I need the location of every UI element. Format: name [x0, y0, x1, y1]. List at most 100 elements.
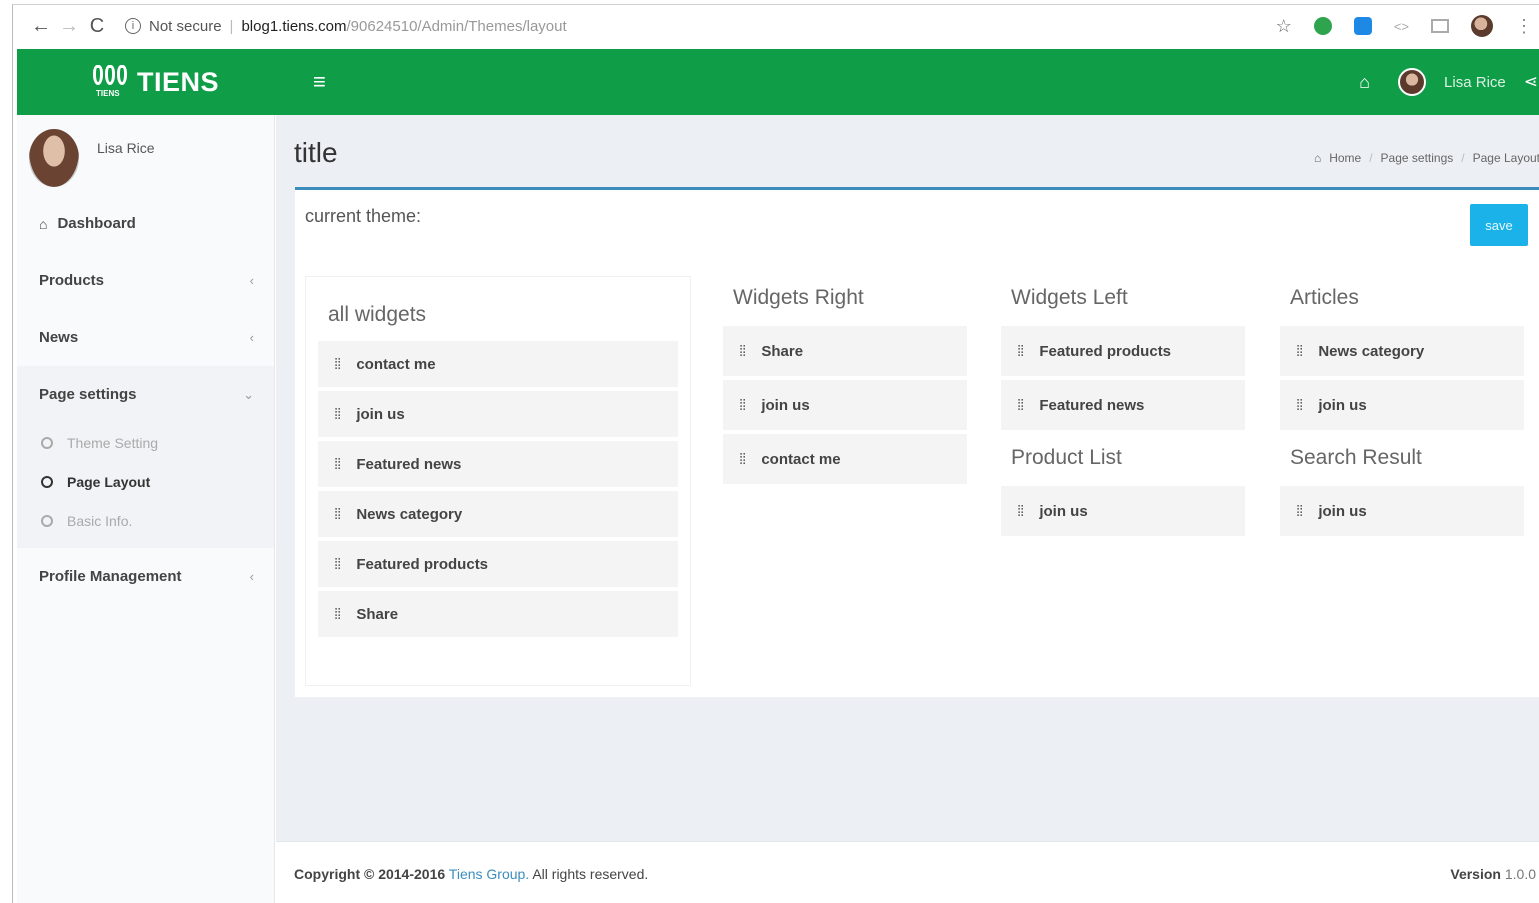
widget-item[interactable]: ⁞⁞ Featured news	[318, 441, 678, 491]
drag-handle-icon[interactable]: ⁞⁞	[334, 606, 341, 623]
sidebar-item-label: Page settings	[39, 386, 137, 403]
browser-menu-icon[interactable]: ⋮	[1515, 16, 1533, 37]
articles-zone: Articles ⁞⁞ News category ⁞⁞ join us	[1280, 286, 1524, 434]
page-settings-group: Page settings ⌄ Theme Setting Page Layou…	[17, 366, 274, 548]
header-user-name[interactable]: Lisa Rice	[1444, 74, 1506, 91]
sidebar-item-label: Profile Management	[39, 568, 182, 585]
sidebar-item-label: Dashboard	[57, 215, 136, 232]
sidebar-item-products[interactable]: Products ‹	[17, 252, 274, 309]
sidebar-item-page-settings[interactable]: Page settings ⌄	[17, 366, 274, 423]
drag-handle-icon[interactable]: ⁞⁞	[334, 356, 341, 373]
circle-icon	[41, 475, 53, 488]
sidebar-item-dashboard[interactable]: ⌂ Dashboard	[17, 195, 274, 252]
widget-item[interactable]: ⁞⁞ News category	[1280, 326, 1524, 380]
search-result-zone: Search Result ⁞⁞ join us	[1280, 446, 1524, 540]
sidebar-user-name: Lisa Rice	[97, 140, 155, 156]
extension-code-icon[interactable]: <>	[1394, 19, 1409, 34]
drag-handle-icon[interactable]: ⁞⁞	[1296, 343, 1303, 360]
extension-blue-icon[interactable]	[1353, 17, 1372, 35]
widget-item[interactable]: ⁞⁞ join us	[1001, 486, 1245, 540]
reload-icon[interactable]: C	[83, 15, 111, 38]
drag-handle-icon[interactable]: ⁞⁞	[334, 456, 341, 473]
logo-text: TIENS	[137, 66, 220, 97]
drag-handle-icon[interactable]: ⁞⁞	[334, 406, 341, 423]
save-button[interactable]: save	[1470, 204, 1528, 246]
breadcrumb-home-icon: ⌂	[1313, 151, 1322, 165]
drag-handle-icon[interactable]: ⁞⁞	[1017, 343, 1024, 360]
dashboard-icon: ⌂	[39, 215, 48, 232]
subitem-label: Theme Setting	[67, 434, 159, 451]
sidebar-item-profile-management[interactable]: Profile Management ‹	[17, 548, 274, 605]
widget-item[interactable]: ⁞⁞ Featured news	[1001, 380, 1245, 434]
chevron-down-icon: ⌄	[243, 386, 254, 402]
drag-handle-icon[interactable]: ⁞⁞	[334, 556, 341, 573]
browser-toolbar: ← → C i Not secure | blog1.tiens.com /90…	[13, 5, 1539, 47]
breadcrumb-home[interactable]: Home	[1329, 151, 1361, 165]
forward-arrow-icon[interactable]: →	[55, 15, 83, 38]
address-bar[interactable]: i Not secure | blog1.tiens.com /90624510…	[125, 18, 567, 35]
header-avatar[interactable]	[1398, 68, 1427, 96]
rights-text: All rights reserved.	[532, 866, 649, 882]
widget-item[interactable]: ⁞⁞ contact me	[723, 434, 967, 488]
drag-handle-icon[interactable]: ⁞⁞	[1296, 503, 1303, 520]
url-separator: |	[229, 17, 234, 35]
drag-handle-icon[interactable]: ⁞⁞	[1296, 397, 1303, 414]
current-theme-label: current theme:	[305, 206, 422, 226]
page-title: title	[294, 137, 338, 168]
sidebar-menu: ⌂ Dashboard Products ‹ News ‹ Page setti…	[17, 195, 274, 605]
drag-handle-icon[interactable]: ⁞⁞	[739, 397, 746, 414]
sidebar-subitem-page-layout[interactable]: Page Layout	[17, 462, 274, 501]
browser-window: ← → C i Not secure | blog1.tiens.com /90…	[12, 4, 1539, 903]
url-path: /90624510/Admin/Themes/layout	[346, 17, 567, 35]
articles-title: Articles	[1290, 286, 1359, 309]
extension-window-icon[interactable]	[1431, 19, 1449, 33]
tiens-logo[interactable]: TIENS TIENS	[93, 65, 219, 99]
sidebar-item-news[interactable]: News ‹	[17, 309, 274, 366]
widget-item[interactable]: ⁞⁞ Featured products	[1001, 326, 1245, 380]
app-header: TIENS TIENS ≡ ⌂ Lisa Rice ⋖	[17, 49, 1539, 115]
widget-item[interactable]: ⁞⁞ Share	[723, 326, 967, 380]
drag-handle-icon[interactable]: ⁞⁞	[334, 506, 341, 523]
sidebar-subitem-basic-info[interactable]: Basic Info.	[17, 501, 274, 540]
sidebar-item-label: Products	[39, 272, 105, 289]
drag-handle-icon[interactable]: ⁞⁞	[739, 451, 746, 468]
widget-item[interactable]: ⁞⁞ join us	[723, 380, 967, 434]
widgets-left-title: Widgets Left	[1011, 286, 1128, 309]
main-content: title ⌂ Home / Page settings / Page Layo…	[276, 115, 1539, 903]
widgets-left-zone: Widgets Left ⁞⁞ Featured products ⁞⁞ Featu…	[1001, 286, 1245, 434]
version-label: Version	[1450, 866, 1501, 882]
user-panel: Lisa Rice	[17, 115, 274, 195]
widget-item[interactable]: ⁞⁞ Share	[318, 591, 678, 641]
subitem-label: Basic Info.	[67, 512, 133, 529]
chevron-left-icon: ‹	[249, 330, 254, 345]
sidebar-subitem-theme-setting[interactable]: Theme Setting	[17, 423, 274, 462]
copyright-text: Copyright © 2014-2016	[294, 866, 446, 882]
chevron-left-icon: ‹	[249, 569, 254, 584]
profile-avatar-icon[interactable]	[1471, 15, 1493, 37]
drag-handle-icon[interactable]: ⁞⁞	[1017, 503, 1024, 520]
product-list-zone: Product List ⁞⁞ join us	[1001, 446, 1245, 540]
bookmark-star-icon[interactable]: ☆	[1276, 16, 1292, 37]
home-icon[interactable]: ⌂	[1359, 72, 1370, 93]
widget-item[interactable]: ⁞⁞ join us	[1280, 486, 1524, 540]
widget-item[interactable]: ⁞⁞ contact me	[318, 341, 678, 391]
menu-toggle-icon[interactable]: ≡	[313, 69, 326, 95]
widget-item[interactable]: ⁞⁞ Featured products	[318, 541, 678, 591]
drag-handle-icon[interactable]: ⁞⁞	[739, 343, 746, 360]
all-widgets-panel: all widgets ⁞⁞ contact me ⁞⁞ join us ⁞⁞ Fea…	[305, 276, 691, 686]
share-icon[interactable]: ⋖	[1524, 72, 1538, 92]
breadcrumb: ⌂ Home / Page settings / Page Layout	[1313, 151, 1539, 165]
sidebar-item-label: News	[39, 329, 79, 346]
back-arrow-icon[interactable]: ←	[27, 15, 55, 38]
url-host: blog1.tiens.com	[241, 17, 347, 35]
widget-item[interactable]: ⁞⁞ join us	[1280, 380, 1524, 434]
drag-handle-icon[interactable]: ⁞⁞	[1017, 397, 1024, 414]
company-link[interactable]: Tiens Group.	[449, 866, 529, 882]
layout-box: current theme: save all widgets ⁞⁞ contac…	[295, 187, 1539, 697]
search-result-title: Search Result	[1290, 446, 1422, 469]
sidebar: Lisa Rice ⌂ Dashboard Products ‹ News ‹ …	[17, 115, 275, 903]
widget-item[interactable]: ⁞⁞ News category	[318, 491, 678, 541]
breadcrumb-page-settings[interactable]: Page settings	[1381, 151, 1454, 165]
extension-green-icon[interactable]	[1313, 17, 1332, 35]
widget-item[interactable]: ⁞⁞ join us	[318, 391, 678, 441]
